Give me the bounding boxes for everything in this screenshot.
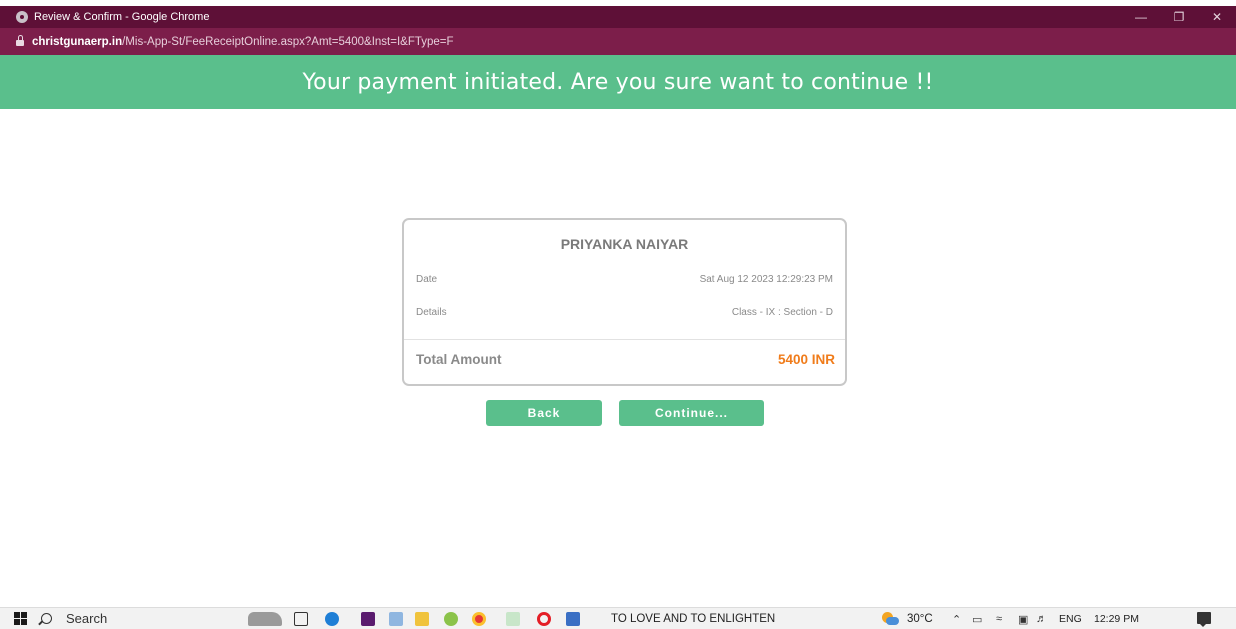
windows-start-icon[interactable] <box>14 612 27 625</box>
chrome-taskbar-icon[interactable] <box>472 612 486 626</box>
wifi-icon[interactable]: ≈ <box>996 613 1002 625</box>
url-domain: christgunaerp.in <box>32 35 123 48</box>
banner-message: Your payment initiated. Are you sure wan… <box>302 69 934 95</box>
task-view-icon[interactable] <box>294 612 308 626</box>
taskbar-slogan: TO LOVE AND TO ENLIGHTEN <box>611 613 776 625</box>
url-text[interactable]: christgunaerp.in/Mis-App-St/FeeReceiptOn… <box>32 36 454 48</box>
restore-icon[interactable]: ❐ <box>1160 6 1198 28</box>
clock[interactable]: 12:29 PM <box>1094 613 1139 625</box>
app-icon[interactable] <box>444 612 458 626</box>
continue-button[interactable]: Continue... <box>619 400 764 426</box>
address-bar[interactable]: christgunaerp.in/Mis-App-St/FeeReceiptOn… <box>0 28 1236 55</box>
lock-icon[interactable] <box>16 35 24 46</box>
opera-icon[interactable] <box>537 612 551 626</box>
computer-icon[interactable] <box>389 612 403 626</box>
date-value: Sat Aug 12 2023 12:29:23 PM <box>699 274 833 285</box>
close-icon[interactable]: ✕ <box>1198 6 1236 28</box>
taskbar-search[interactable]: Search <box>41 611 191 626</box>
app-icon[interactable] <box>566 612 580 626</box>
window-title: Review & Confirm - Google Chrome <box>34 11 210 23</box>
taskbar: Search TO LOVE AND TO ENLIGHTEN 30°C ⌃ ▭… <box>0 607 1236 629</box>
file-explorer-icon[interactable] <box>415 612 429 626</box>
total-row: Total Amount 5400 INR <box>416 352 835 367</box>
details-label: Details <box>416 307 447 318</box>
total-label: Total Amount <box>416 352 502 367</box>
confirmation-banner: Your payment initiated. Are you sure wan… <box>0 55 1236 109</box>
details-value: Class - IX : Section - D <box>731 307 833 318</box>
total-amount: 5400 INR <box>777 352 835 367</box>
browser-title-bar: Review & Confirm - Google Chrome — ❐ ✕ <box>0 6 1236 28</box>
student-name: PRIYANKA NAIYAR <box>560 236 689 252</box>
notification-icon[interactable] <box>1197 612 1211 627</box>
battery-icon[interactable]: ▭ <box>972 613 982 626</box>
network-icon[interactable]: ▣ <box>1018 613 1028 626</box>
window-controls: — ❐ ✕ <box>1122 6 1236 28</box>
minimize-icon[interactable]: — <box>1122 6 1160 28</box>
search-label: Search <box>66 611 108 626</box>
url-path: /Mis-App-St/FeeReceiptOnline.aspx?Amt=54… <box>122 35 454 48</box>
premiere-icon[interactable] <box>361 612 375 626</box>
chrome-icon <box>16 11 28 23</box>
date-label: Date <box>416 274 438 285</box>
back-button[interactable]: Back <box>486 400 602 426</box>
app-icon[interactable] <box>506 612 520 626</box>
temperature[interactable]: 30°C <box>907 613 933 625</box>
date-row: Date Sat Aug 12 2023 12:29:23 PM <box>416 274 833 285</box>
edge-icon[interactable] <box>325 612 339 626</box>
chevron-up-icon[interactable]: ⌃ <box>952 613 961 626</box>
volume-icon[interactable]: ♬ <box>1036 613 1047 625</box>
language-indicator[interactable]: ENG <box>1059 613 1082 625</box>
divider <box>404 339 845 340</box>
weather-icon[interactable] <box>882 611 899 625</box>
search-icon <box>41 613 52 624</box>
receipt-card: PRIYANKA NAIYAR Date Sat Aug 12 2023 12:… <box>402 218 847 386</box>
details-row: Details Class - IX : Section - D <box>416 307 833 318</box>
elephant-wallpaper-icon <box>248 612 282 626</box>
